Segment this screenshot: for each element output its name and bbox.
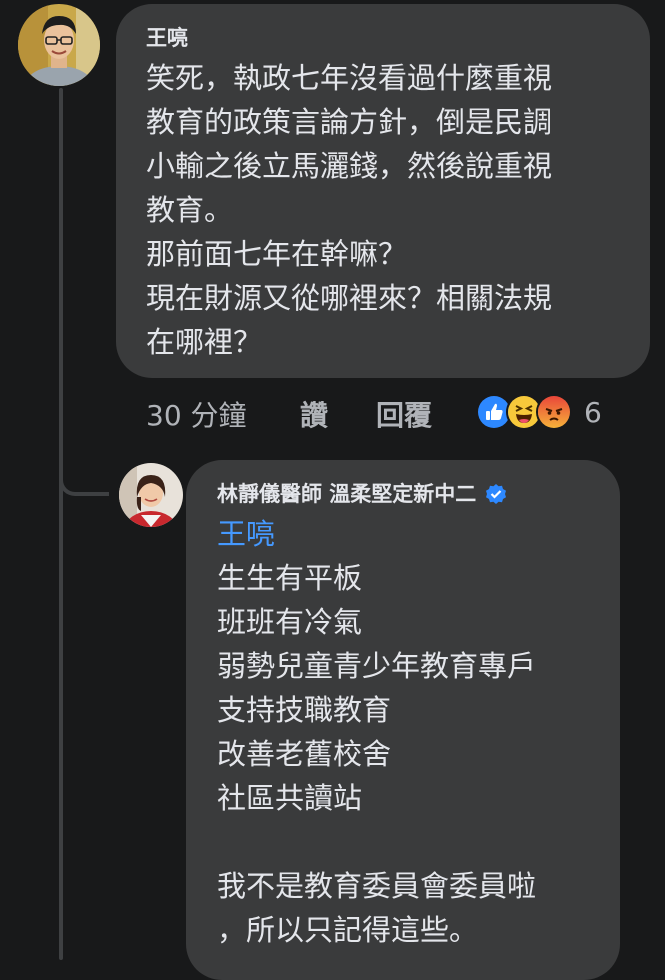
reply-connector bbox=[59, 480, 109, 496]
reply-button[interactable]: 回覆 bbox=[376, 394, 432, 434]
like-button[interactable]: 讚 bbox=[300, 394, 328, 434]
reply-line: 班班有冷氣 bbox=[217, 605, 363, 639]
timestamp[interactable]: 30 分鐘 bbox=[146, 394, 296, 434]
comment-line: 在哪裡？ bbox=[146, 325, 263, 359]
comment-bubble: 王喨 笑死，執政七年沒看過什麼重視 教育的政策言論方針，倒是民調 小輸之後立馬灑… bbox=[116, 4, 650, 378]
reply-line: 改善老舊校舍 bbox=[217, 737, 392, 771]
comment-line: 教育的政策言論方針，倒是民調 bbox=[146, 105, 553, 139]
reply-line: 我不是教育委員會委員啦 bbox=[217, 869, 537, 903]
reaction-count: 6 bbox=[584, 395, 602, 429]
reply-bubble: 林靜儀醫師 溫柔堅定新中二 王喨 生生有平板 班班有冷氣 弱勢兒童青少年教育專戶… bbox=[186, 460, 620, 980]
reply-text: 王喨 生生有平板 班班有冷氣 弱勢兒童青少年教育專戶 支持技職教育 改善老舊校舍… bbox=[217, 512, 600, 952]
reply-avatar[interactable] bbox=[119, 463, 183, 527]
author-name[interactable]: 林靜儀醫師 溫柔堅定新中二 bbox=[217, 480, 476, 508]
comment-actions: 30 分鐘 讚 回覆 bbox=[146, 392, 432, 436]
angry-icon bbox=[536, 394, 572, 430]
comment-author[interactable]: 王喨 bbox=[146, 24, 622, 52]
reply-line: 支持技職教育 bbox=[217, 693, 392, 727]
mention-link[interactable]: 王喨 bbox=[217, 512, 600, 556]
thread-line bbox=[59, 88, 63, 960]
reply-author[interactable]: 林靜儀醫師 溫柔堅定新中二 bbox=[217, 480, 600, 508]
author-name[interactable]: 王喨 bbox=[146, 24, 188, 52]
reply-line: ，所以只記得這些。 bbox=[217, 913, 479, 947]
comment-line: 笑死，執政七年沒看過什麼重視 bbox=[146, 61, 553, 95]
reply-line: 弱勢兒童青少年教育專戶 bbox=[217, 649, 537, 683]
verified-badge-icon bbox=[484, 482, 508, 506]
reply-line: 社區共讀站 bbox=[217, 781, 363, 815]
avatar[interactable] bbox=[18, 4, 100, 86]
reply-line: 生生有平板 bbox=[217, 561, 363, 595]
comment-line: 教育。 bbox=[146, 193, 234, 227]
comment-line: 現在財源又從哪裡來？相關法規 bbox=[146, 281, 553, 315]
reaction-summary[interactable]: 6 bbox=[476, 394, 602, 430]
comment-line: 小輸之後立馬灑錢，然後說重視 bbox=[146, 149, 553, 183]
comment-text: 笑死，執政七年沒看過什麼重視 教育的政策言論方針，倒是民調 小輸之後立馬灑錢，然… bbox=[146, 56, 622, 364]
comment-line: 那前面七年在幹嘛？ bbox=[146, 237, 408, 271]
